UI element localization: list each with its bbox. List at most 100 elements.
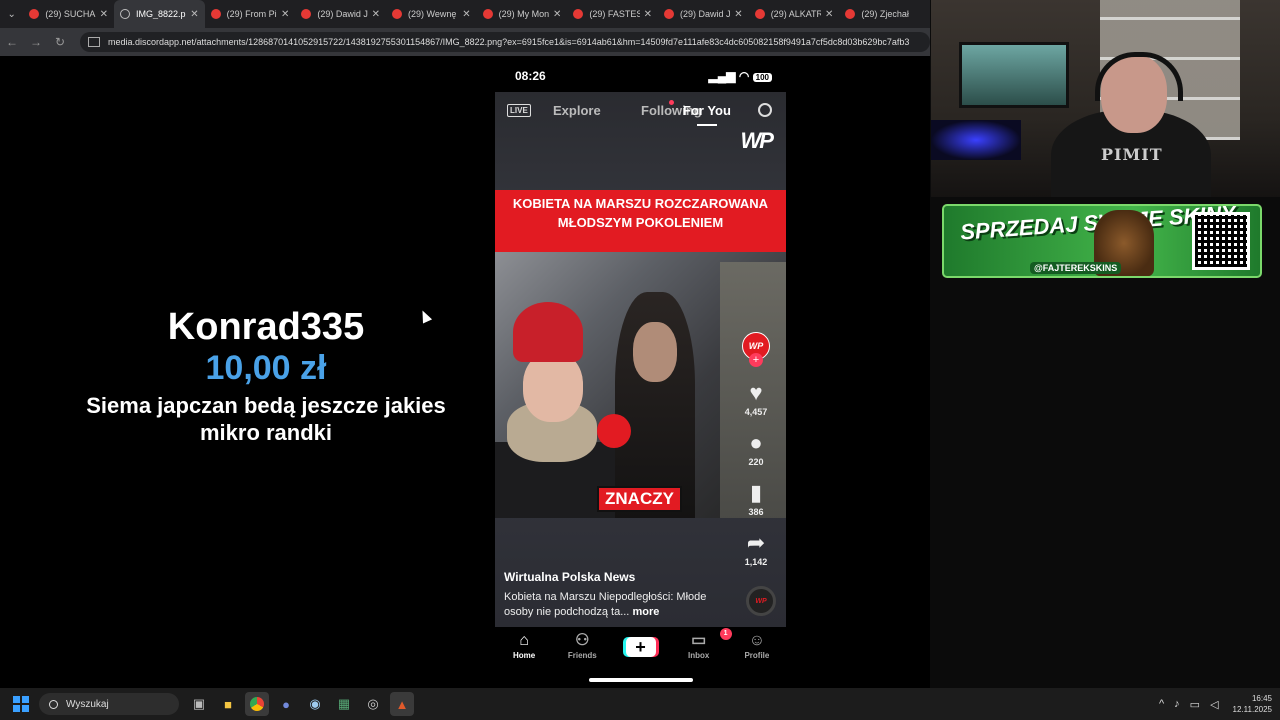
aquarium <box>959 42 1069 108</box>
tab-label: (29) From Pi <box>226 9 277 19</box>
tab-search-chevron-icon[interactable]: ⌄ <box>0 0 23 28</box>
close-icon[interactable]: ✕ <box>644 9 652 20</box>
like-count: 4,457 <box>744 407 768 417</box>
close-icon[interactable]: ✕ <box>825 9 833 20</box>
youtube-icon <box>210 9 221 19</box>
more-link[interactable]: more <box>632 606 659 618</box>
close-icon[interactable]: ✕ <box>734 9 742 20</box>
sponsor-banner: SPRZEDAJ SWOJE SKINY @FAJTEREKSKINS <box>942 204 1262 278</box>
wp-watermark-logo: WP <box>740 128 774 153</box>
discord-icon[interactable]: ● <box>274 692 298 716</box>
video-subtitle: ZNACZY <box>597 486 682 512</box>
music-disc-icon[interactable]: WP <box>746 586 776 616</box>
taskbar-search[interactable]: Wyszukaj <box>39 693 179 715</box>
tab-1-active[interactable]: IMG_8822.png ✕ <box>113 0 205 28</box>
streamlabs-icon[interactable]: ▲ <box>390 692 414 716</box>
steam-icon[interactable]: ◉ <box>303 692 327 716</box>
tab-8[interactable]: (29) ALKATR ✕ <box>749 0 840 28</box>
like-button[interactable]: ♥ 4,457 <box>744 381 768 418</box>
forward-icon[interactable]: → <box>24 35 48 49</box>
nav-inbox-label: Inbox <box>688 651 710 660</box>
chevron-up-icon[interactable]: ^ <box>1159 698 1164 710</box>
video-author[interactable]: Wirtualna Polska News <box>504 570 635 584</box>
tiktok-bottom-nav: ⌂ Home ⚇ Friends + ▭ 1 Inbox ☺ Profile <box>495 627 786 688</box>
windows-start-icon[interactable] <box>13 696 29 712</box>
close-icon[interactable]: ✕ <box>100 9 108 20</box>
youtube-icon <box>664 9 675 19</box>
tab-6[interactable]: (29) FASTEST ✕ <box>567 0 658 28</box>
profile-icon: ☺ <box>748 632 766 649</box>
tab-3[interactable]: (29) Dawid J ✕ <box>295 0 386 28</box>
youtube-icon <box>845 9 856 19</box>
search-icon[interactable] <box>758 103 772 117</box>
tab-9[interactable]: (29) Zjechał <box>839 0 930 28</box>
tab-explore[interactable]: Explore <box>553 103 601 118</box>
close-icon[interactable]: ✕ <box>190 9 198 20</box>
tab-7[interactable]: (29) Dawid J ✕ <box>658 0 749 28</box>
close-icon[interactable]: ✕ <box>372 9 380 20</box>
donation-amount: 10,00 zł <box>205 349 327 387</box>
clock-time: 16:45 <box>1251 694 1272 703</box>
bookmark-count: 386 <box>748 507 764 517</box>
tab-0[interactable]: (29) SUCHAR ✕ <box>23 0 114 28</box>
action-column: WP + ♥ 4,457 ● 220 ▮ 386 ➦ 1,142 <box>736 332 776 567</box>
comment-button[interactable]: ● 220 <box>748 431 763 468</box>
youtube-icon <box>754 9 765 19</box>
close-icon[interactable]: ✕ <box>281 9 289 20</box>
tiktok-top-nav: LIVE Explore Following For You <box>495 100 786 126</box>
nav-profile-label: Profile <box>744 651 770 660</box>
url-field[interactable]: media.discordapp.net/attachments/1286870… <box>80 32 930 52</box>
back-icon[interactable]: ← <box>0 35 24 49</box>
tab-label: (29) SUCHAR <box>45 9 96 19</box>
video-title-banner: KOBIETA NA MARSZU ROZCZAROWANA MŁODSZYM … <box>495 190 786 252</box>
tab-5[interactable]: (29) My Mon ✕ <box>477 0 568 28</box>
donation-alert: Konrad335 10,00 zł Siema japczan bedą je… <box>86 306 446 446</box>
share-button[interactable]: ➦ 1,142 <box>745 530 768 568</box>
phone-time: 08:26 <box>515 69 546 83</box>
url-text: media.discordapp.net/attachments/1286870… <box>108 37 910 47</box>
tab-for-you[interactable]: For You <box>683 103 731 126</box>
follow-plus-icon[interactable]: + <box>749 353 763 367</box>
phone-screenshot: 08:26 ▂▄▆ ◠ 100 LIVE Explore Following F… <box>495 60 786 688</box>
page-content: Konrad335 10,00 zł Siema japczan bedą je… <box>0 56 930 688</box>
close-icon[interactable]: ✕ <box>553 9 561 20</box>
close-icon[interactable]: ✕ <box>462 9 470 20</box>
create-plus-icon: + <box>625 637 656 657</box>
tab-2[interactable]: (29) From Pi ✕ <box>205 0 296 28</box>
file-explorer-icon[interactable]: ■ <box>216 692 240 716</box>
status-icons: ▂▄▆ ◠ 100 <box>709 69 772 83</box>
task-view-icon[interactable]: ▣ <box>187 692 211 716</box>
qr-code-icon <box>1192 212 1250 270</box>
taskbar-search-placeholder: Wyszukaj <box>66 698 109 710</box>
inbox-icon: ▭ <box>691 632 707 649</box>
reload-icon[interactable]: ↻ <box>48 35 72 49</box>
site-info-icon[interactable] <box>88 37 100 47</box>
battery-icon: 100 <box>752 73 772 82</box>
clock-date: 12.11.2025 <box>1232 705 1272 714</box>
volume-icon[interactable]: ◁ <box>1210 698 1218 711</box>
phone-status-bar: 08:26 ▂▄▆ ◠ 100 <box>495 60 786 92</box>
bookmark-button[interactable]: ▮ 386 <box>748 481 764 518</box>
nav-profile[interactable]: ☺ Profile <box>728 627 786 688</box>
obs-icon[interactable]: ◎ <box>361 692 385 716</box>
live-icon[interactable]: LIVE <box>507 103 531 117</box>
microphone-icon[interactable]: ♪ <box>1174 698 1180 710</box>
friends-icon: ⚇ <box>575 632 590 649</box>
excel-icon[interactable]: ▦ <box>332 692 356 716</box>
video-caption: Kobieta na Marszu Niepodległości: Młode … <box>504 590 724 620</box>
network-icon[interactable]: ▭ <box>1190 698 1200 711</box>
chrome-icon[interactable] <box>245 692 269 716</box>
tab-label: (29) My Mon <box>498 9 549 19</box>
tab-4[interactable]: (29) Wewnę ✕ <box>386 0 477 28</box>
tab-label: IMG_8822.png <box>135 9 186 19</box>
address-bar: ← → ↻ media.discordapp.net/attachments/1… <box>0 28 930 56</box>
man-face <box>633 322 677 382</box>
tab-label: (29) ALKATR <box>770 9 821 19</box>
notification-dot <box>669 100 674 105</box>
taskbar-clock[interactable]: 16:45 12.11.2025 <box>1233 693 1272 715</box>
nav-home[interactable]: ⌂ Home <box>495 627 553 688</box>
ad-handle: @FAJTEREKSKINS <box>1030 262 1122 274</box>
share-icon: ➦ <box>746 530 766 555</box>
youtube-icon <box>29 9 40 19</box>
tab-label: (29) Zjechał <box>861 9 909 19</box>
